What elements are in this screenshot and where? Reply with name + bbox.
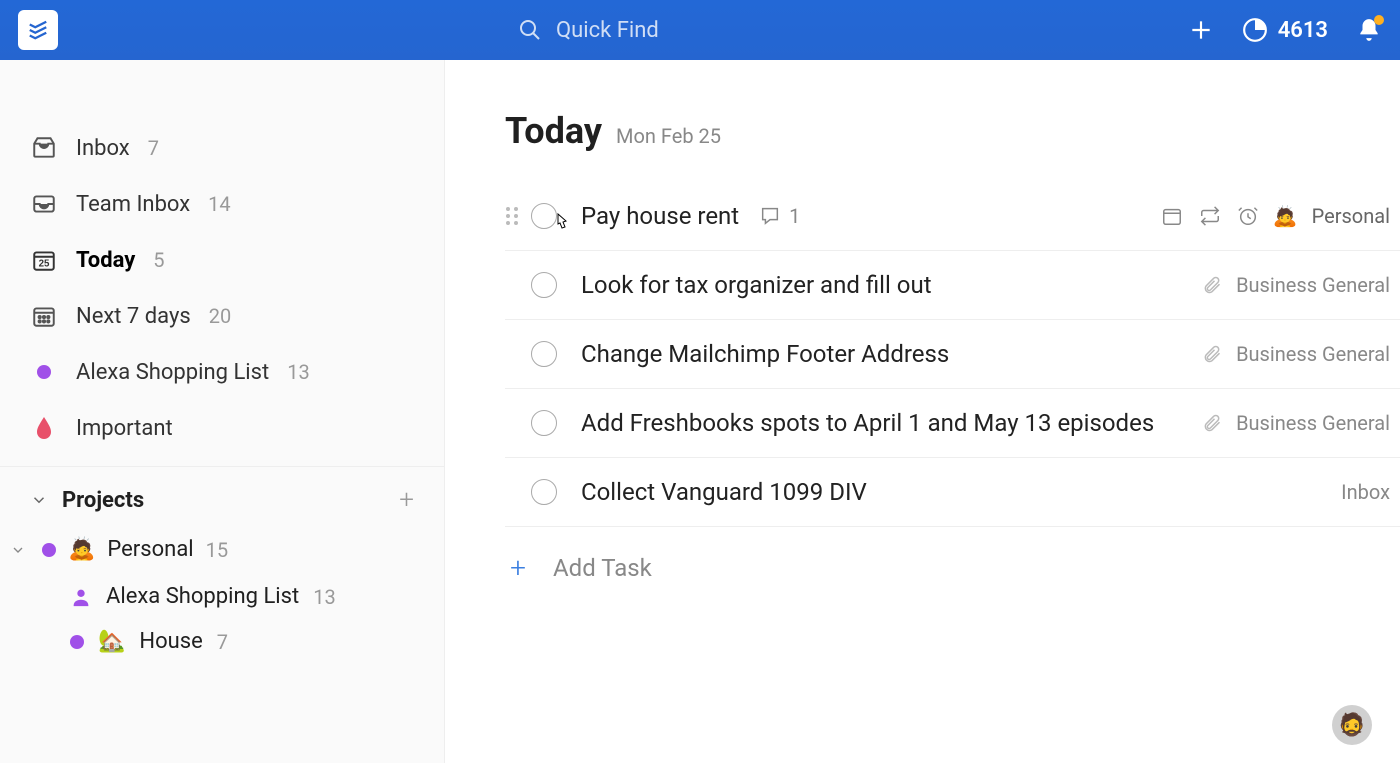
project-item-alexa[interactable]: Alexa Shopping List 13 [0, 574, 444, 619]
svg-text:25: 25 [39, 259, 50, 270]
task-project[interactable]: Business General [1236, 273, 1390, 297]
chevron-down-icon [10, 542, 30, 558]
project-label: House [139, 629, 202, 654]
project-color-dot [42, 543, 56, 557]
add-project-button[interactable]: + [399, 485, 414, 515]
main-content: Today Mon Feb 25 Pay house rent 1 [445, 60, 1400, 763]
project-count: 15 [206, 538, 228, 562]
sidebar-count: 7 [148, 136, 159, 160]
inbox-icon [30, 134, 58, 162]
task-title: Collect Vanguard 1099 DIV [581, 478, 867, 506]
project-count: 13 [313, 585, 335, 609]
task-checkbox[interactable] [531, 479, 557, 505]
schedule-icon[interactable] [1161, 205, 1183, 227]
user-avatar[interactable]: 🧔 [1332, 705, 1372, 745]
sidebar-item-inbox[interactable]: Inbox 7 [0, 120, 444, 176]
sidebar-count: 5 [153, 248, 164, 272]
reminder-icon[interactable] [1237, 205, 1259, 227]
view-title: Today [505, 110, 602, 152]
chevron-down-icon [30, 491, 48, 509]
task-project[interactable]: Business General [1236, 411, 1390, 435]
search-icon [518, 18, 542, 42]
app-logo[interactable] [18, 10, 58, 50]
task-title: Change Mailchimp Footer Address [581, 340, 949, 368]
project-label: Alexa Shopping List [106, 584, 299, 609]
view-date: Mon Feb 25 [616, 124, 721, 148]
projects-label: Projects [62, 488, 144, 513]
sidebar: Inbox 7 Team Inbox 14 25 Today 5 Next 7 … [0, 60, 445, 763]
karma-value: 4613 [1278, 18, 1328, 43]
drag-handle-icon[interactable] [505, 206, 523, 226]
sidebar-label: Important [76, 416, 173, 441]
cursor-icon [551, 212, 571, 236]
sidebar-label: Today [76, 248, 135, 273]
attachment-icon [1202, 275, 1222, 295]
project-item-house[interactable]: 🏡 House 7 [0, 619, 444, 664]
sidebar-item-team-inbox[interactable]: Team Inbox 14 [0, 176, 444, 232]
team-inbox-icon [30, 190, 58, 218]
sidebar-item-alexa[interactable]: Alexa Shopping List 13 [0, 344, 444, 400]
person-icon [70, 586, 92, 608]
attachment-icon [1202, 344, 1222, 364]
drop-icon [30, 414, 58, 442]
sidebar-count: 14 [208, 192, 230, 216]
sidebar-item-important[interactable]: Important [0, 400, 444, 456]
task-row[interactable]: Look for tax organizer and fill out Busi… [505, 251, 1400, 320]
task-row[interactable]: Add Freshbooks spots to April 1 and May … [505, 389, 1400, 458]
add-task-button[interactable]: + Add Task [505, 527, 1400, 608]
sidebar-count: 13 [287, 360, 309, 384]
task-row[interactable]: Collect Vanguard 1099 DIV Inbox [505, 458, 1400, 527]
sidebar-label: Next 7 days [76, 304, 191, 329]
projects-header[interactable]: Projects + [0, 466, 444, 525]
notifications-icon[interactable] [1356, 17, 1382, 43]
top-right-controls: 4613 [1188, 17, 1382, 43]
karma-score[interactable]: 4613 [1242, 17, 1328, 43]
attachment-icon [1202, 413, 1222, 433]
project-emoji: 🏡 [98, 629, 125, 654]
plus-icon: + [505, 551, 531, 584]
task-title: Look for tax organizer and fill out [581, 271, 932, 299]
project-count: 7 [217, 630, 228, 654]
sidebar-item-next7[interactable]: Next 7 days 20 [0, 288, 444, 344]
search-placeholder: Quick Find [556, 18, 659, 43]
karma-icon [1242, 17, 1268, 43]
task-row[interactable]: Change Mailchimp Footer Address Business… [505, 320, 1400, 389]
top-bar: Quick Find 4613 [0, 0, 1400, 60]
task-checkbox[interactable] [531, 410, 557, 436]
repeat-icon[interactable] [1199, 205, 1221, 227]
calendar-icon [30, 302, 58, 330]
sidebar-item-today[interactable]: 25 Today 5 [0, 232, 444, 288]
project-color-dot [70, 635, 84, 649]
task-checkbox[interactable] [531, 203, 557, 229]
filter-dot-icon [30, 358, 58, 386]
quick-find[interactable]: Quick Find [518, 18, 659, 43]
project-emoji: 🙇 [68, 537, 95, 562]
sidebar-label: Alexa Shopping List [76, 360, 269, 385]
task-checkbox[interactable] [531, 341, 557, 367]
sidebar-label: Team Inbox [76, 192, 190, 217]
page-title: Today Mon Feb 25 [505, 110, 1400, 152]
task-comments[interactable]: 1 [759, 204, 800, 228]
task-title: Add Freshbooks spots to April 1 and May … [581, 409, 1154, 437]
comment-count: 1 [789, 204, 800, 228]
project-item-personal[interactable]: 🙇 Personal 15 [0, 525, 444, 574]
sidebar-count: 20 [209, 304, 231, 328]
task-title: Pay house rent [581, 202, 739, 230]
project-emoji: 🙇 [1273, 204, 1298, 228]
sidebar-label: Inbox [76, 136, 130, 161]
project-label: Personal [107, 537, 193, 562]
task-row[interactable]: Pay house rent 1 🙇 Personal [505, 182, 1400, 251]
add-task-icon[interactable] [1188, 17, 1214, 43]
add-task-label: Add Task [553, 554, 652, 582]
task-actions [1161, 205, 1259, 227]
task-project[interactable]: Personal [1312, 204, 1390, 228]
task-project[interactable]: Inbox [1341, 480, 1390, 504]
task-checkbox[interactable] [531, 272, 557, 298]
task-project[interactable]: Business General [1236, 342, 1390, 366]
today-icon: 25 [30, 246, 58, 274]
